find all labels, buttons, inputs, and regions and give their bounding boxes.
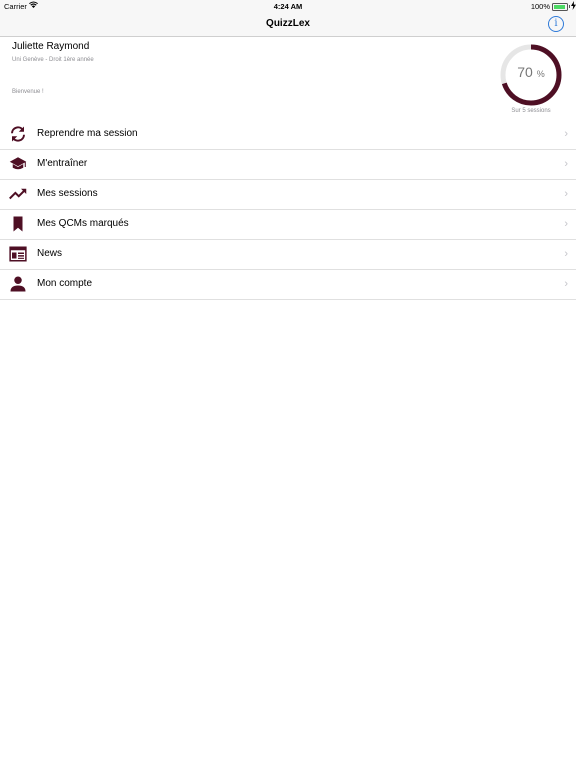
battery-percentage: 100%: [530, 2, 550, 11]
menu-item-my-account[interactable]: Mon compte ›: [0, 270, 576, 300]
chevron-right-icon: ›: [564, 128, 568, 140]
menu-item-bookmarked-qcms[interactable]: Mes QCMs marqués ›: [0, 210, 576, 240]
menu-item-label: M'entraîner: [37, 158, 88, 169]
status-bar: Carrier 4:24 AM 100%: [0, 0, 576, 12]
battery-icon: [552, 3, 568, 11]
chevron-right-icon: ›: [564, 248, 568, 260]
progress-caption: Sur 5 sessions: [511, 108, 551, 114]
profile-header: Juliette Raymond Uni Genève - Droit 1ère…: [0, 37, 576, 121]
navigation-bar: QuizzLex i: [0, 12, 576, 37]
status-time: 4:24 AM: [273, 2, 303, 11]
menu-item-label: Mes QCMs marqués: [37, 218, 129, 229]
chevron-right-icon: ›: [564, 278, 568, 290]
menu-item-train[interactable]: M'entraîner ›: [0, 150, 576, 180]
trending-up-icon: [9, 185, 27, 203]
graduation-cap-icon: [9, 155, 27, 173]
progress-gauge: 70 %: [496, 40, 566, 110]
refresh-icon: [9, 125, 27, 143]
menu-item-resume-session[interactable]: Reprendre ma session ›: [0, 120, 576, 150]
chevron-right-icon: ›: [564, 218, 568, 230]
person-icon: [9, 275, 27, 293]
welcome-text: Bienvenue !: [12, 89, 44, 95]
main-menu: Reprendre ma session › M'entraîner › Mes…: [0, 120, 576, 300]
menu-item-label: News: [37, 248, 63, 259]
menu-item-news[interactable]: News ›: [0, 240, 576, 270]
menu-item-label: Reprendre ma session: [37, 128, 138, 139]
app-title: QuizzLex: [266, 18, 310, 29]
newspaper-icon: [9, 245, 27, 263]
bookmark-icon: [9, 215, 27, 233]
charging-icon: [571, 1, 576, 12]
user-program: Uni Genève - Droit 1ère année: [12, 57, 94, 63]
menu-item-label: Mon compte: [37, 278, 93, 289]
info-icon[interactable]: i: [548, 16, 564, 32]
progress-percentage: 70 %: [517, 64, 545, 80]
user-name: Juliette Raymond: [12, 41, 90, 52]
chevron-right-icon: ›: [564, 188, 568, 200]
chevron-right-icon: ›: [564, 158, 568, 170]
menu-item-label: Mes sessions: [37, 188, 98, 199]
menu-item-my-sessions[interactable]: Mes sessions ›: [0, 180, 576, 210]
